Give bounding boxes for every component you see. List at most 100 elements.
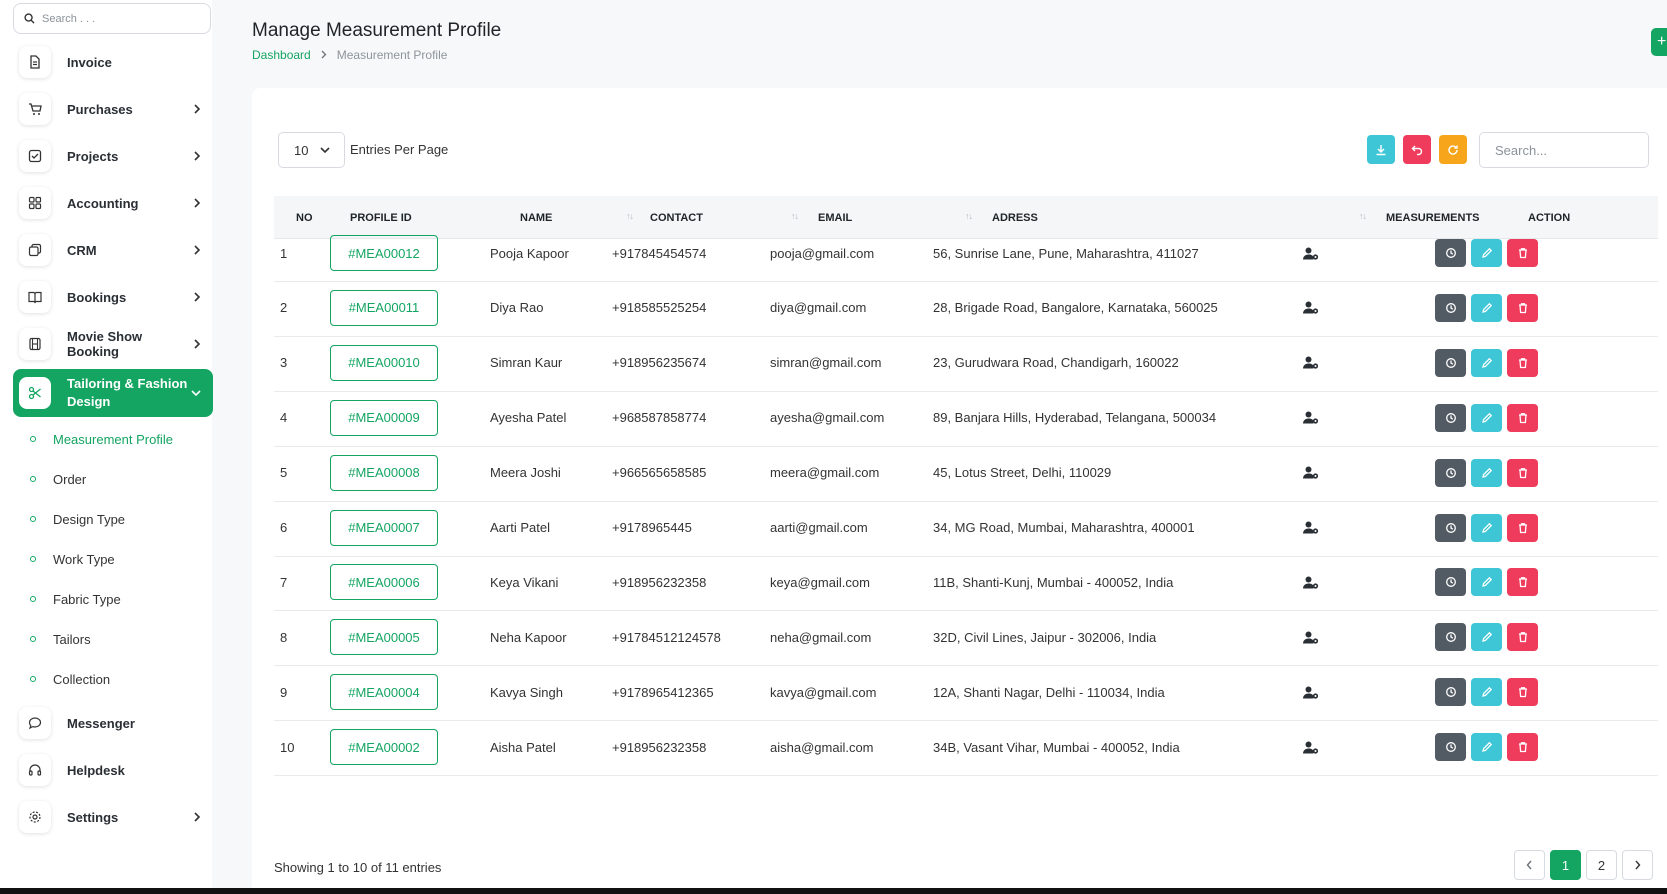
- sidebar-item-settings[interactable]: Settings: [13, 795, 213, 839]
- page-1-button[interactable]: 1: [1550, 850, 1581, 880]
- next-page-button[interactable]: [1622, 850, 1653, 880]
- edit-button[interactable]: [1471, 458, 1502, 487]
- profile-id-link[interactable]: #MEA00012: [330, 235, 438, 271]
- table-row: 6 #MEA00007 Aarti Patel +9178965445 aarti@gm…: [274, 499, 1658, 557]
- row-address: 28, Brigade Road, Bangalore, Karnataka, …: [933, 300, 1218, 316]
- profile-id-link[interactable]: #MEA00005: [330, 619, 438, 656]
- sidebar-subitem-label: Work Type: [53, 551, 115, 567]
- edit-button[interactable]: [1471, 239, 1502, 267]
- profile-id-link[interactable]: #MEA00010: [330, 344, 438, 381]
- pencil-icon: [1481, 412, 1492, 423]
- edit-button[interactable]: [1471, 568, 1502, 597]
- sidebar-subitem-design-type[interactable]: Design Type: [30, 508, 125, 530]
- measurements-button[interactable]: [1303, 608, 1319, 666]
- history-button[interactable]: [1435, 239, 1466, 267]
- measurements-button[interactable]: [1303, 334, 1319, 392]
- history-button[interactable]: [1435, 403, 1466, 432]
- delete-button[interactable]: [1507, 623, 1538, 652]
- row-email: pooja@gmail.com: [770, 245, 875, 261]
- edit-button[interactable]: [1471, 733, 1502, 762]
- sidebar-item-accounting[interactable]: Accounting: [13, 181, 213, 225]
- row-actions: [1435, 224, 1543, 282]
- history-button[interactable]: [1435, 678, 1466, 707]
- table-search-input[interactable]: [1479, 132, 1649, 168]
- sidebar-item-bookings[interactable]: Bookings: [13, 275, 213, 319]
- sort-icon[interactable]: ↑↓: [965, 211, 973, 221]
- breadcrumb-dashboard-link[interactable]: Dashboard: [252, 48, 311, 62]
- sidebar-item-label: Invoice: [67, 54, 112, 70]
- sidebar-subitem-work-type[interactable]: Work Type: [30, 548, 115, 570]
- sort-icon[interactable]: ↑↓: [626, 211, 634, 221]
- profile-id-link[interactable]: #MEA00006: [330, 564, 438, 601]
- sidebar-item-helpdesk[interactable]: Helpdesk: [13, 748, 213, 792]
- profile-id-link[interactable]: #MEA00002: [330, 729, 438, 766]
- history-button[interactable]: [1435, 458, 1466, 487]
- measurements-button[interactable]: [1303, 279, 1319, 337]
- history-button[interactable]: [1435, 348, 1466, 377]
- delete-button[interactable]: [1507, 568, 1538, 597]
- sort-icon[interactable]: ↑↓: [1359, 211, 1367, 221]
- profile-id-link[interactable]: #MEA00007: [330, 509, 438, 546]
- delete-button[interactable]: [1507, 513, 1538, 542]
- sidebar-subitem-order[interactable]: Order: [30, 468, 86, 490]
- download-button[interactable]: [1367, 135, 1395, 164]
- entries-per-page-select[interactable]: 10: [278, 132, 345, 168]
- history-button[interactable]: [1435, 513, 1466, 542]
- sidebar-subitem-tailors[interactable]: Tailors: [30, 628, 91, 650]
- measurements-button[interactable]: [1303, 444, 1319, 502]
- sidebar-item-purchases[interactable]: Purchases: [13, 87, 213, 131]
- measurements-button[interactable]: [1303, 718, 1319, 776]
- measurements-button[interactable]: [1303, 553, 1319, 611]
- delete-button[interactable]: [1507, 239, 1538, 267]
- delete-button[interactable]: [1507, 293, 1538, 322]
- refresh-button[interactable]: [1439, 135, 1467, 164]
- trash-icon: [1518, 522, 1527, 533]
- measurements-button[interactable]: [1303, 224, 1319, 282]
- previous-page-button[interactable]: [1514, 850, 1545, 880]
- add-profile-button[interactable]: +: [1651, 28, 1667, 56]
- row-address: 11B, Shanti-Kunj, Mumbai - 400052, India: [933, 574, 1174, 590]
- profile-id-link[interactable]: #MEA00004: [330, 674, 438, 711]
- sidebar-item-projects[interactable]: Projects: [13, 134, 213, 178]
- sidebar-item-movie-show-booking[interactable]: Movie Show Booking: [13, 322, 213, 366]
- measurements-button[interactable]: [1303, 389, 1319, 447]
- page-2-button[interactable]: 2: [1586, 850, 1617, 880]
- delete-button[interactable]: [1507, 403, 1538, 432]
- sidebar-search-input[interactable]: Search . . .: [13, 3, 211, 34]
- edit-button[interactable]: [1471, 293, 1502, 322]
- history-button[interactable]: [1435, 293, 1466, 322]
- chevron-right-icon: [193, 810, 201, 825]
- pencil-icon: [1481, 632, 1492, 643]
- edit-button[interactable]: [1471, 623, 1502, 652]
- row-address: 89, Banjara Hills, Hyderabad, Telangana,…: [933, 410, 1217, 426]
- sidebar-subitem-fabric-type[interactable]: Fabric Type: [30, 588, 121, 610]
- history-button[interactable]: [1435, 733, 1466, 762]
- sort-icon[interactable]: ↑↓: [791, 211, 799, 221]
- edit-button[interactable]: [1471, 403, 1502, 432]
- sidebar-item-invoice[interactable]: Invoice: [13, 40, 213, 84]
- delete-button[interactable]: [1507, 733, 1538, 762]
- row-contact: +917845454574: [612, 245, 707, 261]
- profile-id-link[interactable]: #MEA00011: [330, 289, 438, 326]
- measurements-button[interactable]: [1303, 499, 1319, 557]
- sidebar-subitem-measurement-profile[interactable]: Measurement Profile: [30, 428, 173, 450]
- undo-button[interactable]: [1403, 135, 1431, 164]
- delete-button[interactable]: [1507, 678, 1538, 707]
- delete-button[interactable]: [1507, 348, 1538, 377]
- edit-button[interactable]: [1471, 513, 1502, 542]
- profile-id-link[interactable]: #MEA00008: [330, 454, 438, 491]
- sidebar-subitem-collection[interactable]: Collection: [30, 668, 110, 690]
- measurements-button[interactable]: [1303, 663, 1319, 721]
- profile-id-link[interactable]: #MEA00009: [330, 399, 438, 436]
- film-icon: [19, 328, 51, 360]
- edit-button[interactable]: [1471, 678, 1502, 707]
- history-button[interactable]: [1435, 623, 1466, 652]
- chevron-right-icon: [1635, 860, 1641, 870]
- delete-button[interactable]: [1507, 458, 1538, 487]
- sidebar-item-tailoring[interactable]: Tailoring & Fashion Design: [13, 369, 213, 417]
- history-button[interactable]: [1435, 568, 1466, 597]
- trash-icon: [1518, 577, 1527, 588]
- sidebar-item-messenger[interactable]: Messenger: [13, 701, 213, 745]
- edit-button[interactable]: [1471, 348, 1502, 377]
- sidebar-item-crm[interactable]: CRM: [13, 228, 213, 272]
